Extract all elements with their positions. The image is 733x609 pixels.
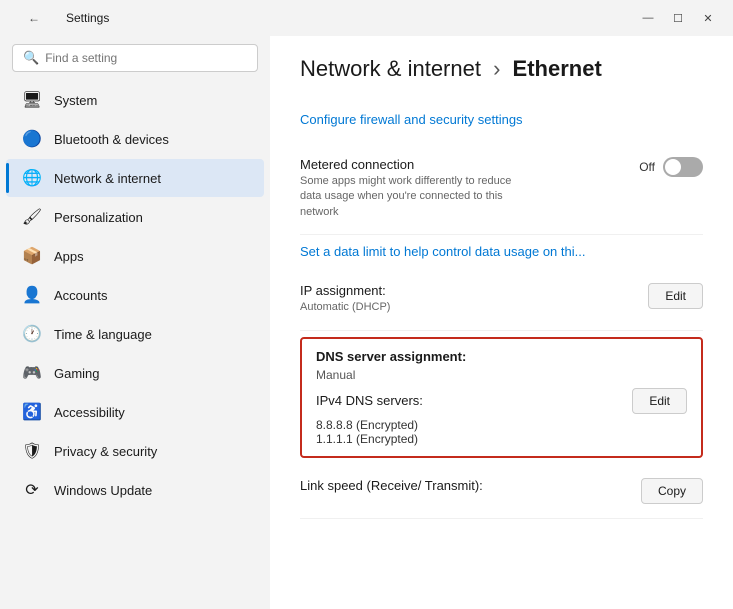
metered-info: Metered connection Some apps might work … (300, 157, 522, 220)
dns-box: DNS server assignment: Manual IPv4 DNS s… (300, 337, 703, 458)
nav-icon-gaming: 🎮 (22, 363, 42, 383)
title-bar-left: ← Settings (12, 3, 109, 33)
dns-server-entry: 1.1.1.1 (Encrypted) (316, 432, 687, 446)
search-input[interactable] (45, 51, 247, 65)
breadcrumb-prefix: Network & internet (300, 56, 481, 81)
nav-icon-privacy: 🛡 (22, 441, 42, 461)
sidebar-item-accessibility[interactable]: ♿ Accessibility (6, 393, 264, 431)
link-speed-label: Link speed (Receive/ Transmit): (300, 478, 522, 493)
sidebar-item-gaming[interactable]: 🎮 Gaming (6, 354, 264, 392)
breadcrumb-sep: › (493, 56, 500, 81)
dns-ipv4-row: IPv4 DNS servers: Edit (316, 388, 687, 414)
window-controls: — ☐ ✕ (635, 9, 721, 27)
metered-toggle-label: Off (639, 160, 655, 174)
nav-icon-accessibility: ♿ (22, 402, 42, 422)
sidebar-item-time[interactable]: 🕐 Time & language (6, 315, 264, 353)
dns-servers: 8.8.8.8 (Encrypted)1.1.1.1 (Encrypted) (316, 418, 687, 446)
nav-label-bluetooth: Bluetooth & devices (54, 132, 169, 147)
nav-icon-time: 🕐 (22, 324, 42, 344)
search-icon: 🔍 (23, 50, 39, 66)
sidebar-item-personalization[interactable]: 🖌 Personalization (6, 198, 264, 236)
back-icon: ← (28, 11, 40, 25)
page-header: Network & internet › Ethernet (300, 56, 703, 92)
nav-label-apps: Apps (54, 249, 84, 264)
sidebar-item-privacy[interactable]: 🛡 Privacy & security (6, 432, 264, 470)
ip-info: IP assignment: Automatic (DHCP) (300, 283, 522, 315)
main-content: Network & internet › Ethernet Configure … (270, 36, 733, 609)
data-limit-row: Set a data limit to help control data us… (300, 235, 703, 269)
ip-control: Edit (648, 283, 703, 309)
nav-icon-network: 🌐 (22, 168, 42, 188)
breadcrumb-current: Ethernet (513, 56, 602, 81)
close-button[interactable]: ✕ (695, 9, 721, 27)
nav-label-network: Network & internet (54, 171, 161, 186)
sidebar: 🔍 🖥 System 🔵 Bluetooth & devices 🌐 Netwo… (0, 36, 270, 609)
search-box: 🔍 (12, 44, 258, 72)
dns-label: DNS server assignment: (316, 349, 687, 364)
ip-value: Automatic (DHCP) (300, 300, 522, 315)
nav-icon-apps: 📦 (22, 246, 42, 266)
nav-label-time: Time & language (54, 327, 152, 342)
sidebar-item-system[interactable]: 🖥 System (6, 81, 264, 119)
configure-link[interactable]: Configure firewall and security settings (300, 112, 703, 127)
nav-icon-accounts: 👤 (22, 285, 42, 305)
copy-button[interactable]: Copy (641, 478, 703, 504)
nav-label-personalization: Personalization (54, 210, 143, 225)
data-limit-link[interactable]: Set a data limit to help control data us… (300, 244, 585, 259)
metered-desc: Some apps might work differently to redu… (300, 174, 522, 220)
dns-server-entry: 8.8.8.8 (Encrypted) (316, 418, 687, 432)
back-button[interactable]: ← (12, 3, 56, 33)
nav-label-privacy: Privacy & security (54, 444, 157, 459)
nav-label-gaming: Gaming (54, 366, 100, 381)
nav-icon-personalization: 🖌 (22, 207, 42, 227)
sidebar-item-bluetooth[interactable]: 🔵 Bluetooth & devices (6, 120, 264, 158)
minimize-button[interactable]: — (635, 9, 661, 27)
nav-icon-bluetooth: 🔵 (22, 129, 42, 149)
nav-label-system: System (54, 93, 97, 108)
dns-ipv4-label: IPv4 DNS servers: (316, 393, 423, 408)
link-speed-control: Copy (641, 478, 703, 504)
nav-label-windows-update: Windows Update (54, 483, 152, 498)
app-title: Settings (66, 11, 109, 25)
link-speed-info: Link speed (Receive/ Transmit): (300, 478, 522, 495)
ip-assignment-row: IP assignment: Automatic (DHCP) Edit (300, 269, 703, 330)
metered-connection-row: Metered connection Some apps might work … (300, 143, 703, 235)
sidebar-item-accounts[interactable]: 👤 Accounts (6, 276, 264, 314)
dns-edit-button[interactable]: Edit (632, 388, 687, 414)
metered-control: Off (639, 157, 703, 177)
nav-list: 🖥 System 🔵 Bluetooth & devices 🌐 Network… (0, 80, 270, 510)
title-bar: ← Settings — ☐ ✕ (0, 0, 733, 36)
sidebar-item-windows-update[interactable]: ⟳ Windows Update (6, 471, 264, 509)
nav-icon-system: 🖥 (22, 90, 42, 110)
metered-toggle[interactable] (663, 157, 703, 177)
ip-edit-button[interactable]: Edit (648, 283, 703, 309)
link-speed-row: Link speed (Receive/ Transmit): Copy (300, 464, 703, 519)
nav-label-accessibility: Accessibility (54, 405, 125, 420)
ip-label: IP assignment: (300, 283, 522, 298)
nav-label-accounts: Accounts (54, 288, 107, 303)
maximize-button[interactable]: ☐ (665, 9, 691, 27)
dns-sub: Manual (316, 368, 687, 382)
metered-label: Metered connection (300, 157, 522, 172)
nav-icon-windows-update: ⟳ (22, 480, 42, 500)
content-area: 🔍 🖥 System 🔵 Bluetooth & devices 🌐 Netwo… (0, 36, 733, 609)
sidebar-item-apps[interactable]: 📦 Apps (6, 237, 264, 275)
sidebar-item-network[interactable]: 🌐 Network & internet (6, 159, 264, 197)
